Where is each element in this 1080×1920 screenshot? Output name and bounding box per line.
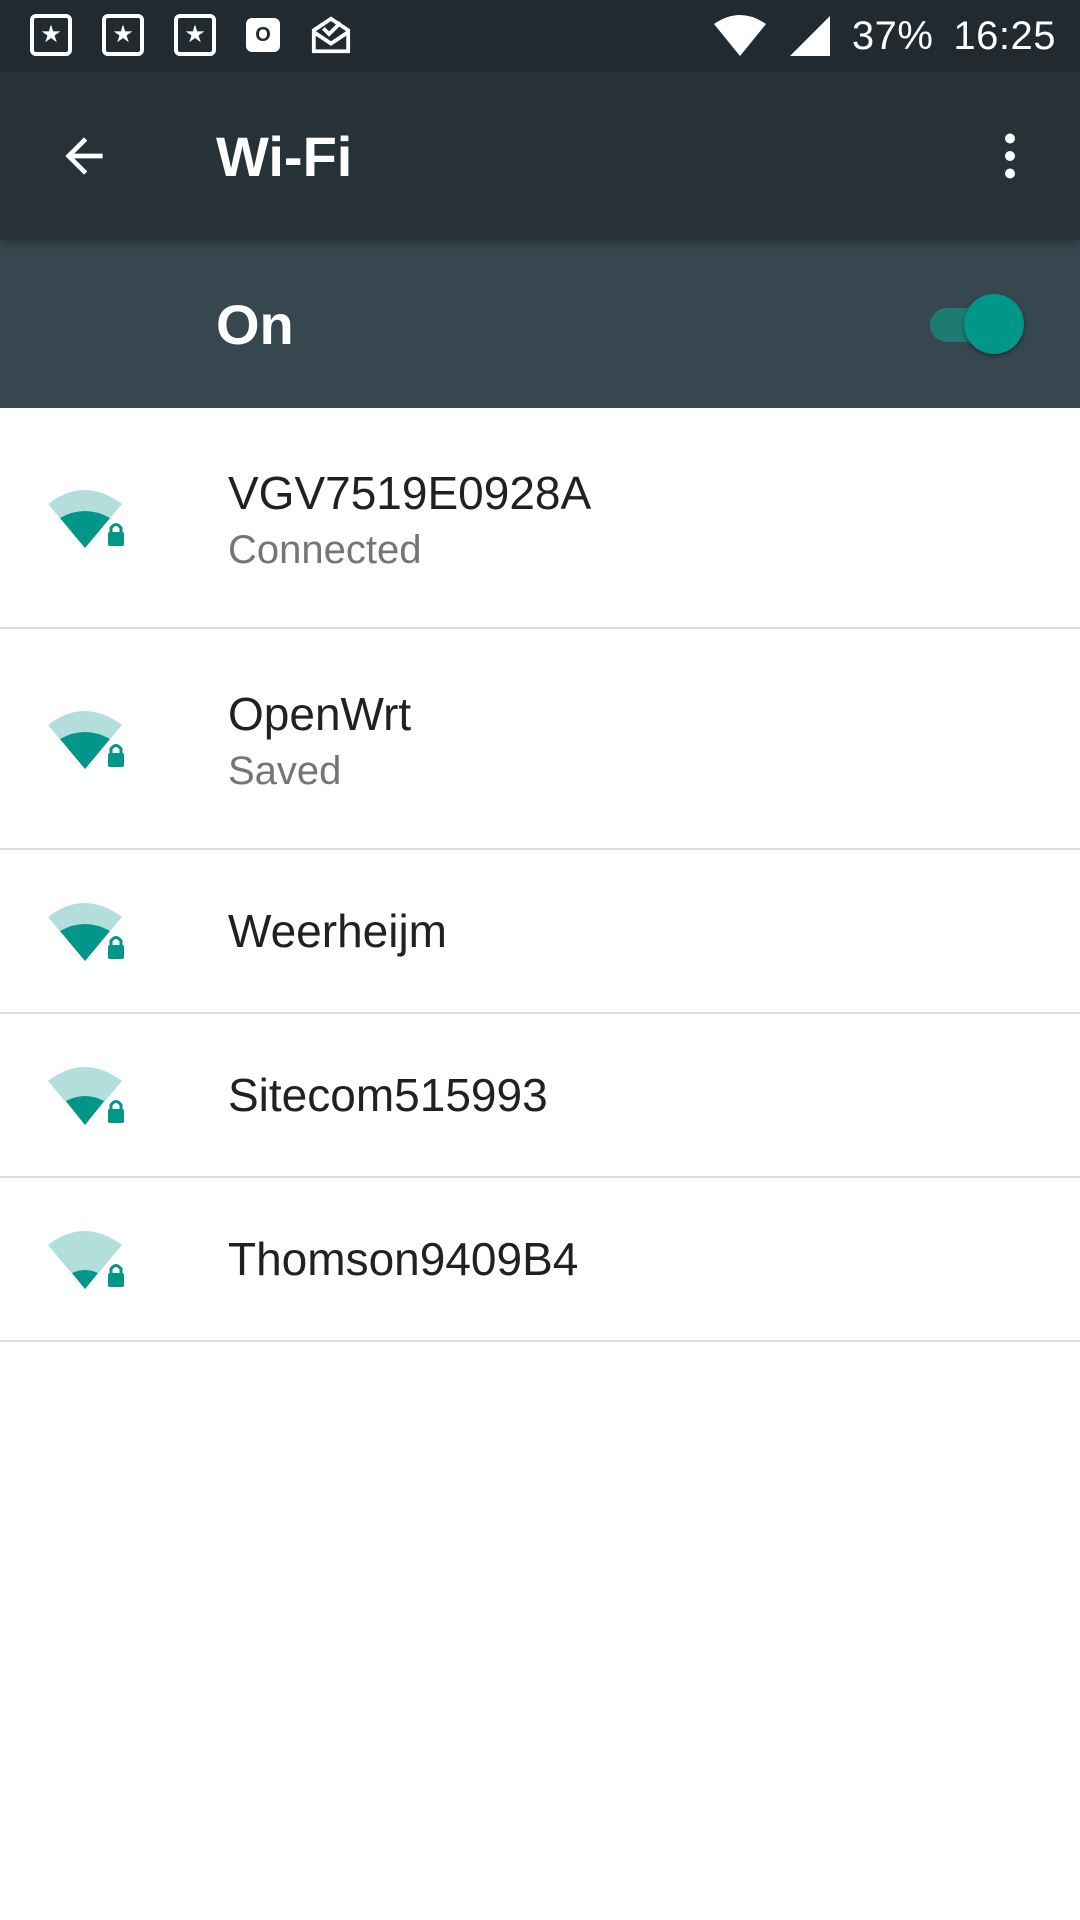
wifi-secured-icon <box>48 903 124 961</box>
more-vert-icon <box>1005 133 1015 179</box>
mail-glyph <box>311 16 351 54</box>
back-arrow-icon <box>65 137 103 175</box>
outlook-icon: O <box>246 18 280 52</box>
wifi-secured-icon <box>48 1231 124 1289</box>
network-name: OpenWrt <box>228 688 412 740</box>
network-name: Sitecom515993 <box>228 1069 548 1121</box>
network-status: Saved <box>228 749 342 793</box>
toggle-thumb <box>964 294 1024 354</box>
network-name: VGV7519E0928A <box>228 467 592 519</box>
star-note-icon: ★ <box>102 14 144 56</box>
battery-percent: 37% <box>851 13 934 58</box>
wifi-secured-icon <box>48 711 124 769</box>
cell-signal-icon <box>789 16 830 56</box>
wifi-toggle[interactable] <box>924 292 1024 356</box>
switch-label: On <box>216 293 294 356</box>
network-item[interactable]: OpenWrt Saved <box>0 629 1080 850</box>
wifi-master-switch-bar[interactable]: On <box>0 240 1080 408</box>
mail-icon <box>310 14 352 56</box>
wifi-secured-icon <box>48 1067 124 1125</box>
network-name: Thomson9409B4 <box>228 1233 579 1285</box>
overflow-menu-button[interactable] <box>970 116 1050 196</box>
page-title: Wi-Fi <box>216 125 353 188</box>
network-item[interactable]: Sitecom515993 <box>0 1014 1080 1178</box>
clock: 16:25 <box>953 13 1056 58</box>
star-note-icon: ★ <box>30 14 72 56</box>
notification-icons: ★ ★ ★ O <box>30 14 352 56</box>
network-list: VGV7519E0928A Connected OpenWrt Saved We… <box>0 408 1080 1342</box>
star-note-icon: ★ <box>174 14 216 56</box>
network-item[interactable]: VGV7519E0928A Connected <box>0 408 1080 629</box>
network-item[interactable]: Thomson9409B4 <box>0 1178 1080 1342</box>
network-status: Connected <box>228 528 422 572</box>
back-button[interactable] <box>44 116 124 196</box>
wifi-signal-icon <box>713 15 766 56</box>
app-toolbar: Wi-Fi <box>0 72 1080 240</box>
wifi-secured-icon <box>48 490 124 548</box>
status-bar: ★ ★ ★ O 37% 16:25 <box>0 0 1080 72</box>
network-item[interactable]: Weerheijm <box>0 850 1080 1014</box>
network-name: Weerheijm <box>228 905 447 957</box>
status-indicators: 37% 16:25 <box>712 10 1056 62</box>
